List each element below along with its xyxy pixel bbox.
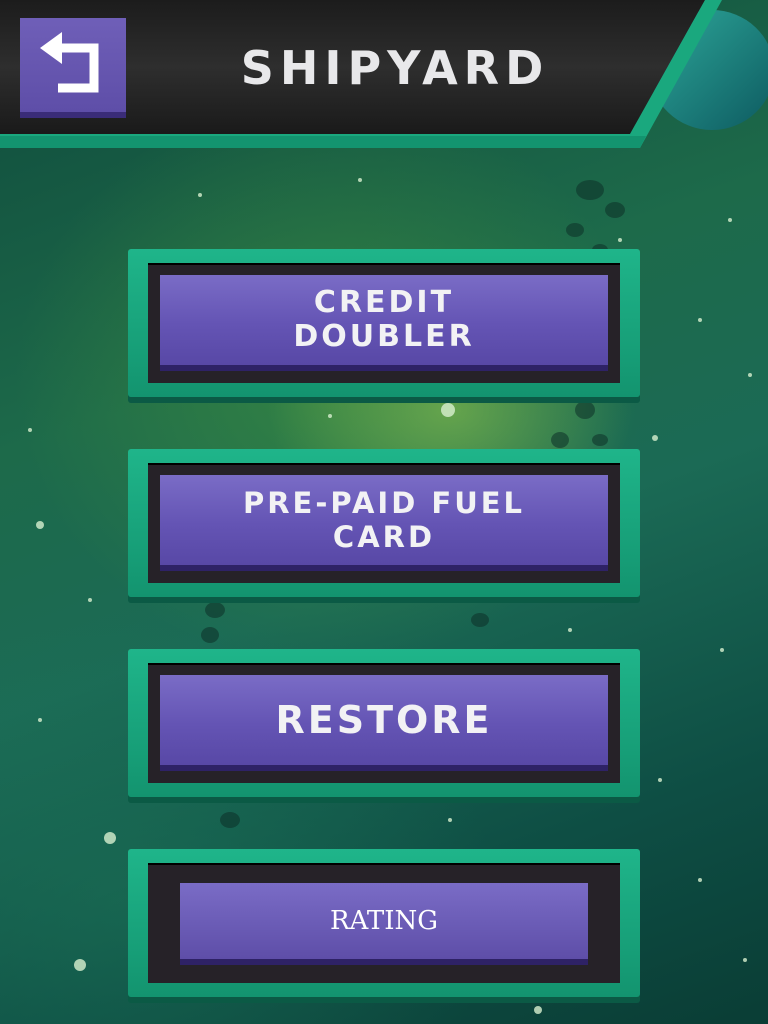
prepaid-fuel-card-label: PRE-PAID FUEL CARD [242, 486, 526, 554]
back-button[interactable] [20, 18, 126, 118]
prepaid-fuel-card-frame: PRE-PAID FUEL CARD [128, 449, 640, 597]
prepaid-fuel-card-button[interactable]: PRE-PAID FUEL CARD [160, 475, 608, 571]
restore-frame: RESTORE [128, 649, 640, 797]
prepaid-fuel-card-panel: PRE-PAID FUEL CARD [148, 463, 620, 583]
rating-panel: RATING [148, 863, 620, 983]
restore-label: RESTORE [275, 698, 493, 742]
rating-label: RATING [329, 906, 439, 936]
restore-button[interactable]: RESTORE [160, 675, 608, 771]
credit-doubler-button[interactable]: CREDIT DOUBLER [160, 275, 608, 371]
credit-doubler-panel: CREDIT DOUBLER [148, 263, 620, 383]
credit-doubler-frame: CREDIT DOUBLER [128, 249, 640, 397]
restore-panel: RESTORE [148, 663, 620, 783]
header-bar: SHIPYARD [0, 0, 768, 160]
credit-doubler-label: CREDIT DOUBLER [293, 285, 475, 354]
page-title: SHIPYARD [240, 41, 550, 95]
rating-button[interactable]: RATING [180, 883, 588, 965]
return-arrow-icon [40, 32, 99, 93]
rating-frame: RATING [128, 849, 640, 997]
